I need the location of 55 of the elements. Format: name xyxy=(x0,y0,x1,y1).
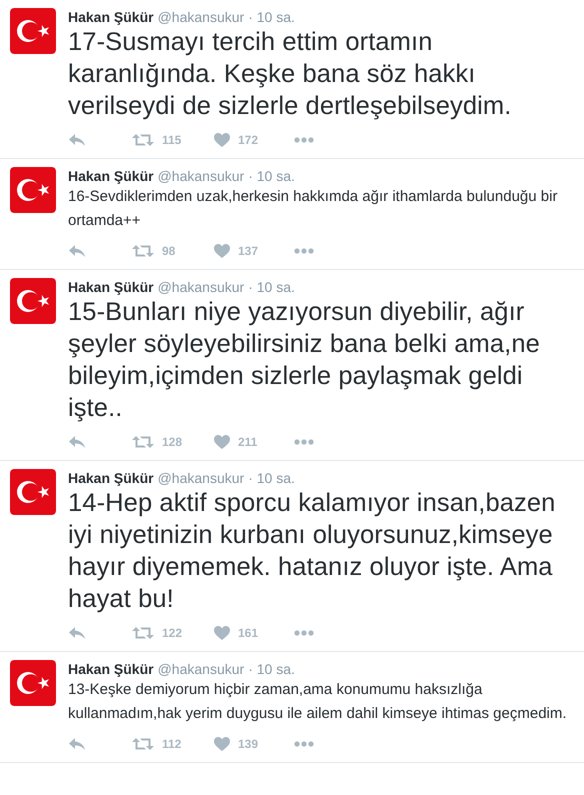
author-name[interactable]: Hakan Şükür xyxy=(68,167,154,185)
reply-icon[interactable] xyxy=(68,435,86,449)
heart-icon[interactable] xyxy=(214,626,230,640)
user-handle[interactable]: @hakansukur xyxy=(158,167,244,185)
tweet-time[interactable]: · 10 sa. xyxy=(248,8,295,26)
tweet-time[interactable]: · 10 sa. xyxy=(248,167,295,185)
like-count: 172 xyxy=(238,132,258,149)
tweet-time[interactable]: · 10 sa. xyxy=(248,660,295,678)
retweet-count: 98 xyxy=(162,243,176,260)
flag-avatar-icon[interactable] xyxy=(10,8,56,54)
flag-avatar-icon[interactable] xyxy=(10,469,56,515)
tweet-text: 14-Hep aktif sporcu kalamıyor insan,bazen iyi niyetinizin kurbanı oluyorsunuz,kimseye hayır diyememek. hatanız oluyor işte. Ama hayat bu! xyxy=(68,488,556,615)
retweet-icon[interactable] xyxy=(132,737,154,751)
tweet-text: 16-Sevdiklerimden uzak,herkesin hakkımda ağır ithamlarda bulunduğu bir ortamda++ xyxy=(68,187,558,231)
reply-icon[interactable] xyxy=(68,737,86,751)
heart-icon[interactable] xyxy=(214,244,230,258)
retweet-count: 112 xyxy=(162,736,182,753)
flag-avatar-icon[interactable] xyxy=(10,660,56,706)
more-icon[interactable] xyxy=(294,137,314,143)
heart-icon[interactable] xyxy=(214,435,230,449)
retweet-count: 128 xyxy=(162,434,182,451)
user-handle[interactable]: @hakansukur xyxy=(158,660,244,678)
tweet-time[interactable]: · 10 sa. xyxy=(248,469,295,487)
more-icon[interactable] xyxy=(294,741,314,747)
tweet-text: 15-Bunları niye yazıyorsun diyebilir, ağır şeyler söyleyebilirsiniz bana belki ama,ne bileyim,içimden sizlerle paylaşmak geldi işte.. xyxy=(68,297,541,424)
more-icon[interactable] xyxy=(294,439,314,445)
reply-icon[interactable] xyxy=(68,133,86,147)
retweet-icon[interactable] xyxy=(132,435,154,449)
like-count: 211 xyxy=(238,434,258,451)
reply-icon[interactable] xyxy=(68,244,86,258)
more-icon[interactable] xyxy=(294,630,314,636)
user-handle[interactable]: @hakansukur xyxy=(158,469,244,487)
author-name[interactable]: Hakan Şükür xyxy=(68,660,154,678)
reply-icon[interactable] xyxy=(68,626,86,640)
heart-icon[interactable] xyxy=(214,737,230,751)
tweet-text: 17-Susmayı tercih ettim ortamın karanlığında. Keşke bana söz hakkı verilseydi de sizlerle dertleşebilseydim. xyxy=(68,27,512,122)
retweet-icon[interactable] xyxy=(132,244,154,258)
author-name[interactable]: Hakan Şükür xyxy=(68,278,154,296)
tweet-text: 13-Keşke demiyorum hiçbir zaman,ama konumumu haksızlığa kullanmadım,hak yerim duygusu ile ailem dahil kimseye ihtimas geçmedim. xyxy=(68,680,568,724)
like-count: 161 xyxy=(238,625,258,642)
flag-avatar-icon[interactable] xyxy=(10,278,56,324)
retweet-icon[interactable] xyxy=(132,626,154,640)
author-name[interactable]: Hakan Şükür xyxy=(68,469,154,487)
heart-icon[interactable] xyxy=(214,133,230,147)
flag-avatar-icon[interactable] xyxy=(10,167,56,213)
retweet-count: 115 xyxy=(162,132,182,149)
author-name[interactable]: Hakan Şükür xyxy=(68,8,154,26)
user-handle[interactable]: @hakansukur xyxy=(158,278,244,296)
retweet-icon[interactable] xyxy=(132,133,154,147)
tweet-time[interactable]: · 10 sa. xyxy=(248,278,295,296)
like-count: 137 xyxy=(238,243,258,260)
like-count: 139 xyxy=(238,736,258,753)
more-icon[interactable] xyxy=(294,248,314,254)
user-handle[interactable]: @hakansukur xyxy=(158,8,244,26)
retweet-count: 122 xyxy=(162,625,182,642)
